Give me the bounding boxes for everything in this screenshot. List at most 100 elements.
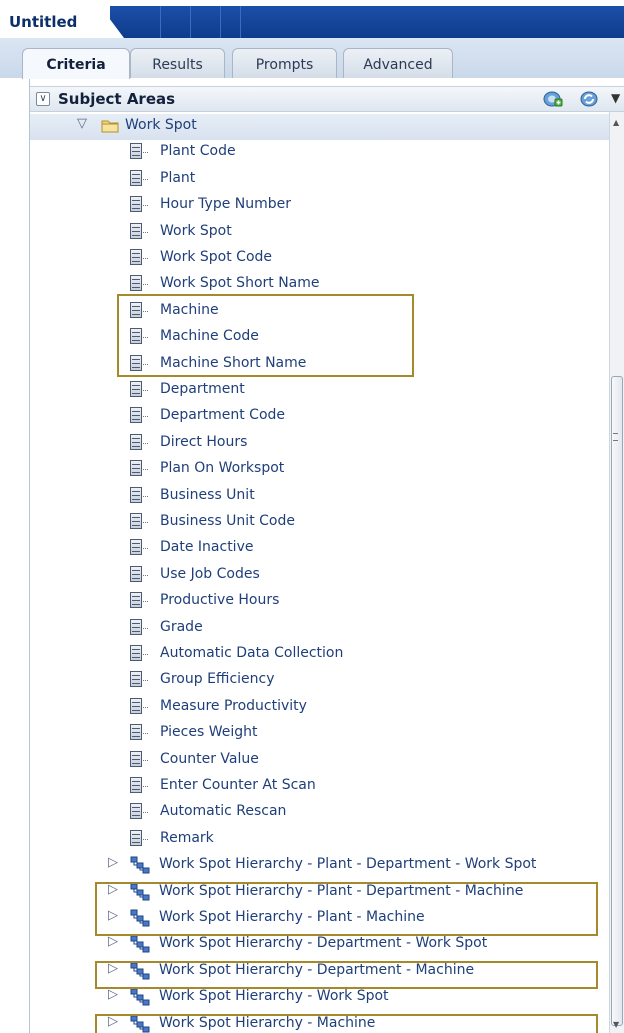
folder-label: Work Spot xyxy=(125,117,197,133)
column-label: Machine xyxy=(160,301,219,318)
hierarchy-label: Work Spot Hierarchy - Plant - Department… xyxy=(159,856,537,873)
hierarchy-icon xyxy=(130,935,150,953)
column-label: Department xyxy=(160,381,245,397)
column-icon xyxy=(130,592,148,609)
column-label: Machine Short Name xyxy=(160,354,307,371)
column-icon xyxy=(130,724,148,741)
column-icon xyxy=(130,777,148,794)
expand-arrow-icon[interactable]: ▷ xyxy=(108,855,118,870)
column-label: Enter Counter At Scan xyxy=(160,777,316,793)
chevron-down-icon[interactable]: ∨ xyxy=(36,92,50,106)
column-icon xyxy=(130,513,148,530)
tab-bar: Results Prompts Advanced Criteria xyxy=(0,38,624,79)
column-icon xyxy=(130,645,148,662)
expand-arrow-icon[interactable]: ▷ xyxy=(108,908,118,923)
hierarchy-icon xyxy=(130,883,150,901)
column-icon xyxy=(130,565,148,583)
add-subject-area-icon[interactable] xyxy=(543,90,563,108)
column-icon xyxy=(130,750,148,768)
column-icon xyxy=(130,381,148,398)
column-label: Grade xyxy=(160,618,203,635)
column-icon xyxy=(130,486,148,504)
column-label: Department Code xyxy=(160,407,286,424)
expand-arrow-icon[interactable]: ▽ xyxy=(77,116,87,131)
panel-header: ∨ Subject Areas ▼ xyxy=(30,86,624,112)
hierarchy-icon xyxy=(130,1015,150,1033)
hierarchy-label: Work Spot Hierarchy - Machine xyxy=(159,1014,376,1031)
scroll-up-icon[interactable]: ▲ xyxy=(613,118,619,127)
scroll-down-icon[interactable]: ▼ xyxy=(613,1020,619,1029)
column-icon xyxy=(130,169,148,187)
column-icon xyxy=(130,407,148,424)
tab-criteria[interactable]: Criteria xyxy=(22,48,130,79)
column-icon xyxy=(130,671,148,688)
column-label: Work Spot Short Name xyxy=(160,275,320,292)
tab-advanced[interactable]: Advanced xyxy=(343,48,453,78)
column-label: Remark xyxy=(160,829,214,846)
title-bar-decoration xyxy=(100,6,624,38)
expand-arrow-icon[interactable]: ▷ xyxy=(108,961,118,976)
column-icon xyxy=(130,697,148,715)
column-label: Date Inactive xyxy=(160,539,254,556)
scrollbar-thumb[interactable] xyxy=(611,376,623,1026)
column-label: Work Spot Code xyxy=(160,249,273,265)
scrollbar-grip-icon xyxy=(613,433,618,441)
column-icon xyxy=(130,249,148,266)
column-icon xyxy=(130,539,148,556)
column-icon xyxy=(130,196,148,213)
column-label: Business Unit xyxy=(160,486,255,503)
column-label: Plant Code xyxy=(160,143,236,160)
subject-areas-panel: ∨ Subject Areas ▼ ▽ Work Spot Plant Code… xyxy=(29,78,624,1033)
column-label: Business Unit Code xyxy=(160,513,295,529)
title-bar: Untitled xyxy=(0,0,624,38)
column-icon xyxy=(130,222,148,240)
expand-arrow-icon[interactable]: ▷ xyxy=(108,934,118,949)
hierarchy-icon xyxy=(130,988,150,1006)
hierarchy-label: Work Spot Hierarchy - Department - Work … xyxy=(159,935,488,952)
column-label: Automatic Data Collection xyxy=(160,645,344,661)
column-label: Plant xyxy=(160,169,196,186)
column-label: Automatic Rescan xyxy=(160,803,287,820)
tab-results[interactable]: Results xyxy=(130,48,225,78)
column-label: Hour Type Number xyxy=(160,196,292,213)
column-icon xyxy=(130,275,148,292)
hierarchy-icon xyxy=(130,856,150,874)
column-icon xyxy=(130,803,148,820)
tree-folder-work-spot[interactable]: ▽ Work Spot xyxy=(30,114,610,140)
hierarchy-icon xyxy=(130,909,150,927)
subject-area-tree: ▽ Work Spot Plant Code Plant Hour Type Num… xyxy=(30,114,610,1033)
chevron-down-icon[interactable]: ▼ xyxy=(611,91,620,105)
vertical-scrollbar[interactable]: ▲ ▼ xyxy=(609,112,624,1033)
column-label: Group Efficiency xyxy=(160,671,275,688)
column-label: Use Job Codes xyxy=(160,565,260,582)
hierarchy-label: Work Spot Hierarchy - Plant - Department… xyxy=(159,882,524,899)
column-icon xyxy=(130,460,148,477)
column-label: Direct Hours xyxy=(160,433,248,450)
column-icon xyxy=(130,433,148,451)
column-icon xyxy=(130,328,148,345)
column-label: Work Spot xyxy=(160,222,232,239)
hierarchy-label: Work Spot Hierarchy - Department - Machi… xyxy=(159,961,475,978)
tab-prompts[interactable]: Prompts xyxy=(232,48,337,78)
hierarchy-label: Work Spot Hierarchy - Plant - Machine xyxy=(159,909,425,925)
column-label: Plan On Workspot xyxy=(160,460,285,477)
folder-icon xyxy=(101,120,119,133)
column-label: Pieces Weight xyxy=(160,724,258,741)
hierarchy-label: Work Spot Hierarchy - Work Spot xyxy=(159,988,389,1005)
hierarchy-icon xyxy=(130,962,150,980)
expand-arrow-icon[interactable]: ▷ xyxy=(108,882,118,897)
column-icon xyxy=(130,301,148,319)
column-icon xyxy=(130,143,148,160)
column-icon xyxy=(130,354,148,372)
column-label: Measure Productivity xyxy=(160,697,307,714)
column-label: Machine Code xyxy=(160,328,259,345)
expand-arrow-icon[interactable]: ▷ xyxy=(108,987,118,1002)
refresh-icon[interactable] xyxy=(580,90,600,108)
panel-title: Subject Areas xyxy=(58,90,176,108)
column-label: Productive Hours xyxy=(160,592,280,609)
column-label: Counter Value xyxy=(160,750,259,767)
document-title[interactable]: Untitled xyxy=(0,0,110,38)
column-icon xyxy=(130,618,148,636)
column-icon xyxy=(130,829,148,847)
expand-arrow-icon[interactable]: ▷ xyxy=(108,1014,118,1029)
